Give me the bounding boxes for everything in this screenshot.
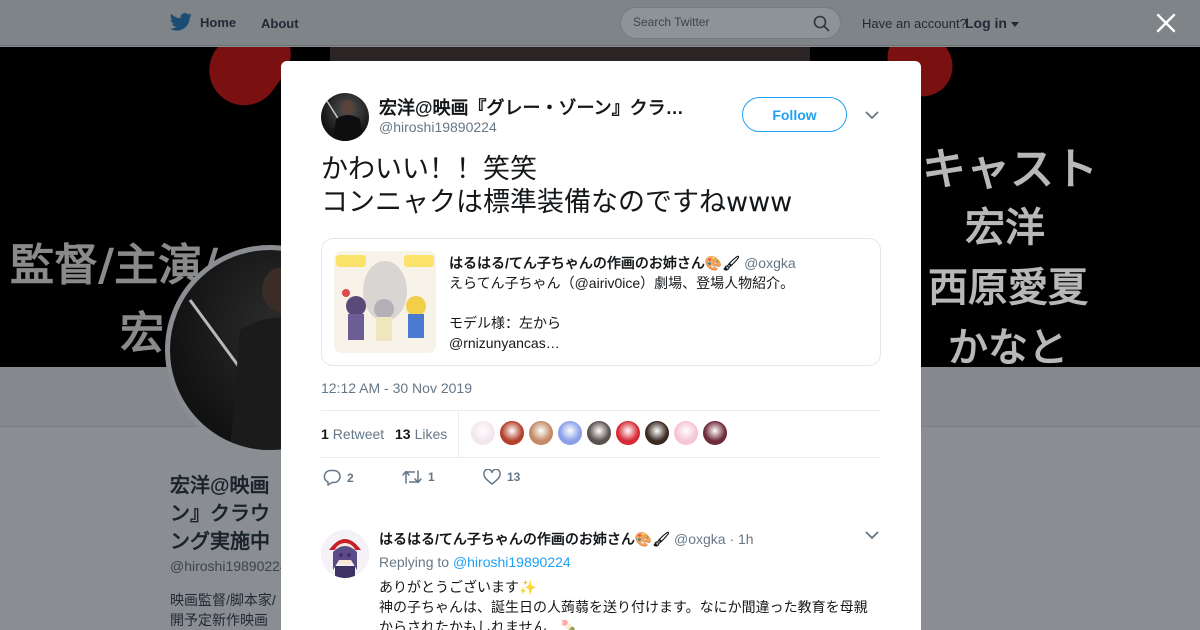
close-icon[interactable] bbox=[1155, 12, 1177, 34]
reply-dot-separator: · bbox=[729, 531, 735, 547]
author-name[interactable]: 宏洋@映画『グレー・ゾーン』クラ… bbox=[379, 94, 694, 120]
profile-handle: @hiroshi19890224 bbox=[170, 558, 288, 574]
profile-name: 宏洋@映画 ン』クラウ ング実施中 bbox=[170, 472, 280, 556]
quoted-tweet-image bbox=[334, 251, 436, 353]
profile-name-line: ング実施中 bbox=[170, 531, 270, 553]
profile-name-line: ン』クラウ bbox=[170, 503, 270, 525]
author-avatar[interactable] bbox=[321, 93, 369, 141]
liker-avatar[interactable] bbox=[500, 421, 524, 445]
tweet-modal: 宏洋@映画『グレー・ゾーン』クラ… @hiroshi19890224 Follo… bbox=[281, 61, 921, 630]
tweet-stats: 1 Retweet 13 Likes bbox=[321, 410, 881, 458]
author-handle[interactable]: @hiroshi19890224 bbox=[379, 119, 497, 135]
banner-left-text-1: 監督/主演/ bbox=[10, 240, 219, 291]
login-label: Log in bbox=[965, 15, 1007, 31]
quoted-tweet-card[interactable]: はるはる/てん子ちゃんの作画のお姉さん🎨🖌 @oxgka えらてん子ちゃん（@ai… bbox=[321, 238, 881, 366]
replying-to-label: Replying to bbox=[379, 554, 450, 570]
liker-avatars bbox=[471, 421, 727, 445]
liker-avatar[interactable] bbox=[558, 421, 582, 445]
quoted-tweet-author-name: はるはる/てん子ちゃんの作画のお姉さん🎨🖌 bbox=[449, 255, 741, 271]
reply-avatar-figure bbox=[321, 530, 369, 578]
reply-header: はるはる/てん子ちゃんの作画のお姉さん🎨🖌 @oxgka · 1h bbox=[379, 529, 754, 549]
retweet-stat[interactable]: 1 Retweet bbox=[321, 426, 384, 442]
author-avatar-figure bbox=[326, 100, 363, 141]
liker-avatar[interactable] bbox=[703, 421, 727, 445]
search-icon[interactable] bbox=[813, 15, 830, 32]
retweet-count: 1 bbox=[321, 426, 329, 442]
quoted-tweet-author: はるはる/てん子ちゃんの作画のお姉さん🎨🖌 @oxgka bbox=[449, 253, 796, 273]
tweet-text: かわいい！！笑笑 コンニャクは標準装備なのですねwww bbox=[321, 154, 793, 218]
retweet-action[interactable]: 1 bbox=[402, 469, 435, 485]
search-input[interactable] bbox=[633, 15, 803, 29]
replying-to-handle[interactable]: @hiroshi19890224 bbox=[453, 554, 571, 570]
liker-avatar[interactable] bbox=[587, 421, 611, 445]
banner-right-text-1: キャスト bbox=[922, 144, 1098, 195]
likes-count: 13 bbox=[395, 426, 411, 442]
reply-text: ありがとうございます✨ 神の子ちゃんは、誕生日の人蒟蒻を送り付けます。なにか間違… bbox=[379, 579, 868, 630]
about-link[interactable]: About bbox=[261, 16, 299, 31]
login-button[interactable]: Log in bbox=[965, 15, 1019, 31]
banner-right-text-3: 西原愛夏 bbox=[928, 264, 1088, 311]
retweet-icon bbox=[402, 470, 422, 484]
profile-bio-line: 開予定新作映画『 bbox=[170, 612, 268, 628]
banner-right-text-4: かなと bbox=[948, 324, 1068, 367]
home-label: Home bbox=[200, 14, 237, 30]
chevron-down-icon bbox=[1010, 22, 1019, 27]
reply-count: 2 bbox=[347, 470, 354, 485]
profile-bio-line: 映画監督/脚本家/ bbox=[170, 592, 276, 608]
banner-left-text-2: 宏 bbox=[120, 308, 164, 359]
likes-stat-label: Likes bbox=[414, 426, 448, 442]
tweet-timestamp[interactable]: 12:12 AM - 30 Nov 2019 bbox=[321, 380, 472, 396]
reply-author-avatar[interactable] bbox=[321, 530, 369, 578]
twitter-bird-icon bbox=[170, 13, 192, 31]
chevron-down-icon[interactable] bbox=[865, 111, 879, 120]
chevron-down-icon[interactable] bbox=[865, 531, 879, 540]
stats-divider bbox=[458, 411, 459, 457]
retweet-action-count: 1 bbox=[428, 470, 435, 484]
follow-button[interactable]: Follow bbox=[742, 97, 847, 132]
liker-avatar[interactable] bbox=[471, 421, 495, 445]
home-link[interactable]: Home bbox=[170, 12, 236, 32]
liker-avatar[interactable] bbox=[645, 421, 669, 445]
reply-action[interactable]: 2 bbox=[323, 469, 354, 486]
profile-bio: 映画監督/脚本家/ 開予定新作映画『 bbox=[170, 590, 280, 630]
profile-name-line: 宏洋@映画 bbox=[170, 475, 270, 497]
likes-stat[interactable]: 13 Likes bbox=[395, 426, 447, 442]
like-action-count: 13 bbox=[507, 470, 521, 484]
banner-right-text-2: 宏洋 bbox=[965, 204, 1045, 251]
like-action[interactable]: 13 bbox=[483, 469, 520, 485]
tweet-actions: 2 1 13 bbox=[321, 469, 621, 493]
replying-to: Replying to @hiroshi19890224 bbox=[379, 554, 571, 570]
quoted-tweet-handle: @oxgka bbox=[744, 255, 796, 271]
heart-icon bbox=[483, 469, 501, 485]
reply-author-name[interactable]: はるはる/てん子ちゃんの作画のお姉さん🎨🖌 bbox=[379, 531, 670, 547]
reply-author-handle[interactable]: @oxgka bbox=[674, 531, 726, 547]
liker-avatar[interactable] bbox=[529, 421, 553, 445]
quoted-tweet-text: えらてん子ちゃん（@airiv0ice）劇場、登場人物紹介。 モデル様：左から … bbox=[449, 275, 795, 351]
liker-avatar[interactable] bbox=[616, 421, 640, 445]
liker-avatar[interactable] bbox=[674, 421, 698, 445]
retweet-stat-label: Retweet bbox=[332, 426, 385, 442]
quoted-tweet-illustration bbox=[334, 251, 436, 353]
have-account-text: Have an account? bbox=[862, 16, 967, 31]
top-navigation-bar: Home About Have an account? Log in bbox=[0, 0, 1200, 46]
search-box bbox=[620, 7, 841, 39]
reply-icon bbox=[323, 469, 341, 486]
reply-time[interactable]: 1h bbox=[738, 531, 754, 547]
